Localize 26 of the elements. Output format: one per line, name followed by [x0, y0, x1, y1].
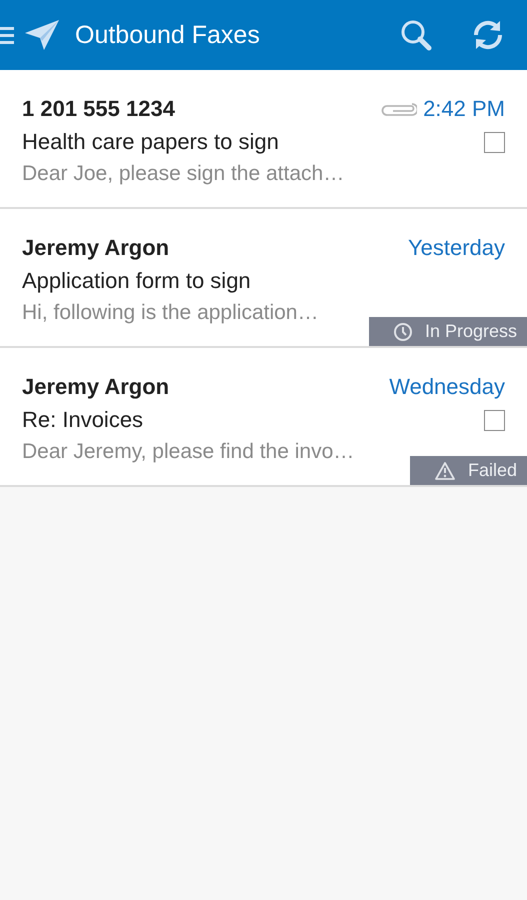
fax-time: Yesterday: [408, 235, 505, 261]
fax-preview: Hi, following is the application…: [22, 301, 320, 325]
search-icon[interactable]: [399, 18, 433, 52]
clock-icon: [392, 322, 413, 342]
checkbox[interactable]: [484, 132, 505, 152]
status-label: In Progress: [424, 321, 517, 342]
warning-icon: [434, 460, 456, 480]
paper-plane-icon: [24, 19, 60, 51]
fax-subject: Health care papers to sign: [22, 129, 280, 155]
fax-item[interactable]: 1 201 555 1234 2:42 PM Health care papers to sign Dear Joe, please sign the attach…: [0, 70, 527, 209]
fax-subject: Application form to sign: [22, 268, 252, 294]
fax-preview: Dear Jeremy, please find the invo…: [22, 440, 356, 464]
menu-icon[interactable]: [0, 25, 14, 45]
refresh-icon[interactable]: [471, 18, 505, 52]
recipient: Jeremy Argon: [22, 374, 170, 400]
checkbox[interactable]: [484, 410, 505, 430]
fax-item[interactable]: Jeremy Argon Yesterday Application form to sign Hi, following is the application… In Progress: [0, 209, 527, 348]
fax-preview: Dear Joe, please sign the attach…: [22, 162, 346, 186]
recipient: Jeremy Argon: [22, 235, 170, 261]
recipient: 1 201 555 1234: [22, 96, 176, 122]
fax-item[interactable]: Jeremy Argon Wednesday Re: Invoices Dear Jeremy, please find the invo… Failed: [0, 348, 527, 487]
status-label: Failed: [468, 460, 517, 481]
fax-time: Wednesday: [389, 374, 505, 400]
fax-subject: Re: Invoices: [22, 407, 144, 433]
fax-time: 2:42 PM: [423, 96, 505, 122]
screen-title: Outbound Faxes: [75, 20, 261, 50]
